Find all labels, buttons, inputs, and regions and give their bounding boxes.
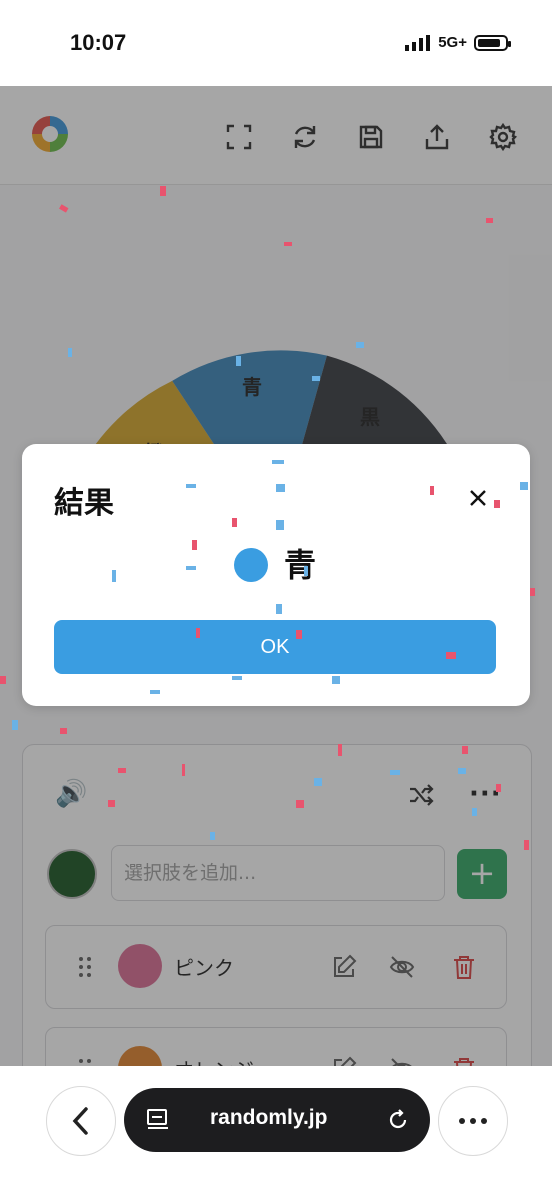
- result-label: 青: [284, 546, 317, 584]
- network-type: 5G+: [438, 34, 467, 51]
- browser-toolbar: randomly.jp: [0, 1066, 552, 1200]
- status-indicators: 5G+: [405, 34, 511, 51]
- back-button[interactable]: [46, 1086, 116, 1156]
- chevron-left-icon: [72, 1107, 88, 1135]
- status-time: 10:07: [70, 30, 127, 55]
- battery-icon: [474, 34, 511, 51]
- ok-button[interactable]: OK: [54, 620, 496, 674]
- status-bar: 10:07 5G+: [0, 0, 552, 86]
- result-color-dot: [234, 548, 268, 582]
- reload-icon[interactable]: [386, 1108, 410, 1132]
- url-text: randomly.jp: [210, 1106, 328, 1129]
- signal-icon: [405, 34, 431, 51]
- close-icon[interactable]: [468, 488, 488, 508]
- tab-overview-icon[interactable]: [146, 1108, 170, 1132]
- modal-title: 結果: [54, 486, 114, 521]
- more-horizontal-icon: [459, 1118, 487, 1124]
- result-modal: 結果 青 OK: [22, 444, 530, 706]
- more-options-button[interactable]: [438, 1086, 508, 1156]
- address-bar[interactable]: randomly.jp: [124, 1088, 430, 1152]
